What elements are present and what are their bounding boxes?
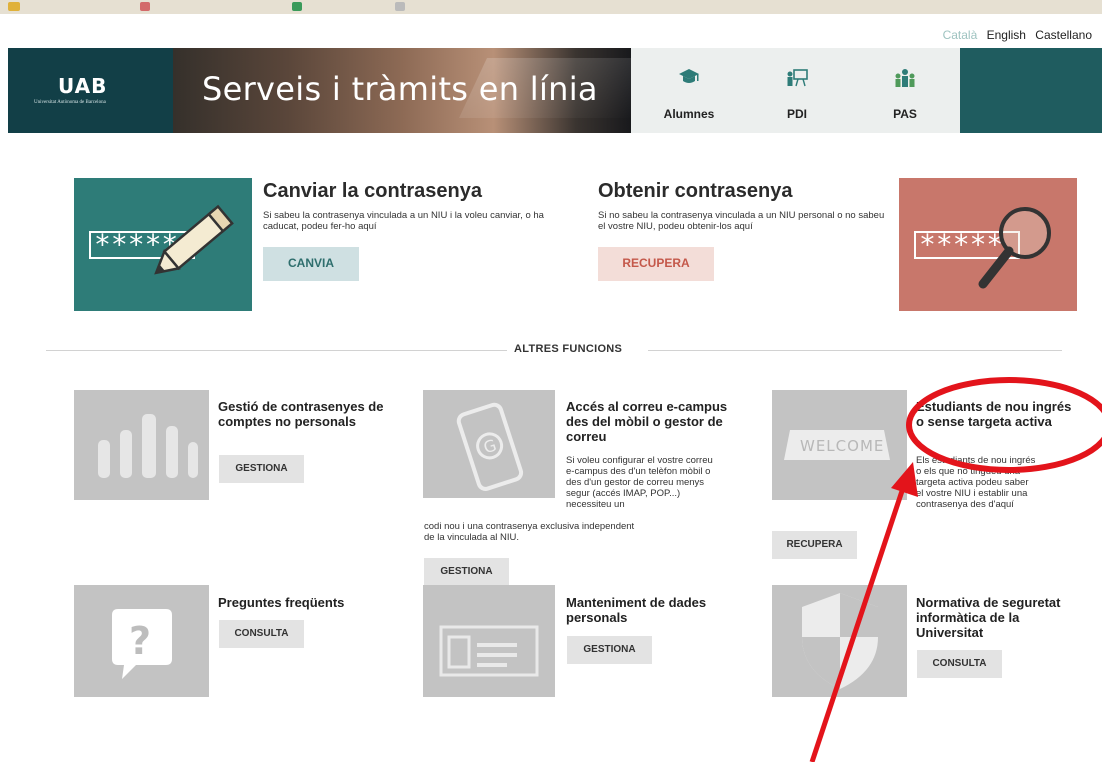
nav-pdi-label: PDI (786, 107, 807, 121)
svg-text:G: G (481, 435, 499, 457)
uab-logo-subtitle: Universitat Autònoma de Barcelona (34, 100, 106, 105)
security-shield-image (772, 585, 907, 697)
browser-toolbar-strip (0, 0, 1102, 14)
recupera-button[interactable]: RECUPERA (598, 247, 714, 281)
normativa-consulta-button[interactable]: CONSULTA (917, 650, 1002, 678)
faq-image: ? (74, 585, 209, 697)
password-mask-text: ***** (919, 228, 1003, 261)
graduation-cap-icon (679, 69, 699, 83)
correu-desc: Si voleu configurar el vostre correu e-c… (566, 455, 713, 510)
staff-group-icon (895, 69, 915, 87)
audience-nav: Alumnes PDI PAS (631, 48, 960, 133)
change-password-title: Canviar la contrasenya (263, 180, 482, 202)
phone-image: G (423, 390, 555, 498)
lang-catala[interactable]: Català (943, 28, 978, 42)
browser-icon (292, 2, 302, 11)
divider-line (648, 350, 1062, 351)
browser-icon (8, 2, 20, 11)
id-card-image (423, 585, 555, 697)
password-bars-image (74, 390, 209, 500)
change-password-image: ***** (74, 178, 252, 311)
lang-castellano[interactable]: Castellano (1035, 28, 1092, 42)
divider-line (46, 350, 507, 351)
other-functions-heading: ALTRES FUNCIONS (514, 343, 623, 355)
browser-icon (140, 2, 150, 11)
estudiants-title: Estudiants de nou ingrés o sense targeta… (916, 399, 1072, 429)
manteniment-title: Manteniment de dades personals (566, 595, 707, 625)
manteniment-gestiona-button[interactable]: GESTIONA (567, 636, 652, 664)
lang-english[interactable]: English (987, 28, 1026, 42)
nav-pdi[interactable]: PDI (749, 48, 845, 133)
normativa-title: Normativa de seguretat informàtica de la… (916, 595, 1061, 640)
question-mark-icon: ? (129, 619, 151, 663)
gestio-gestiona-button[interactable]: GESTIONA (219, 455, 304, 483)
teacher-board-icon (787, 69, 808, 87)
language-switcher: Català English Castellano (937, 28, 1092, 42)
preguntes-title: Preguntes freqüents (218, 595, 345, 610)
uab-logo[interactable]: UAB (58, 74, 107, 98)
page-title: Serveis i tràmits en línia (202, 70, 598, 108)
nav-pas-label: PAS (893, 107, 917, 121)
welcome-mat-text: WELCOME (800, 437, 884, 455)
estudiants-recupera-button[interactable]: RECUPERA (772, 531, 857, 559)
get-password-title: Obtenir contrasenya (598, 180, 793, 202)
browser-icon (395, 2, 405, 11)
change-password-desc: Si sabeu la contrasenya vinculada a un N… (263, 210, 544, 232)
correu-gestiona-button[interactable]: GESTIONA (424, 558, 509, 586)
welcome-image: WELCOME (772, 390, 907, 500)
nav-alumnes[interactable]: Alumnes (641, 48, 737, 133)
get-password-desc: Si no sabeu la contrasenya vinculada a u… (598, 210, 885, 232)
correu-desc-continued: codi nou i una contrasenya exclusiva ind… (424, 521, 635, 543)
gestio-title: Gestió de contrasenyes de comptes no per… (218, 399, 384, 429)
nav-alumnes-label: Alumnes (663, 107, 715, 121)
correu-title: Accés al correu e-campus des del mòbil o… (566, 399, 728, 444)
header-right-block (960, 48, 1102, 133)
estudiants-desc: Els estudiants de nou ingrés o els que n… (916, 455, 1036, 510)
canvia-button[interactable]: CANVIA (263, 247, 359, 281)
nav-pas[interactable]: PAS (857, 48, 953, 133)
preguntes-consulta-button[interactable]: CONSULTA (219, 620, 304, 648)
get-password-image: ***** (899, 178, 1077, 311)
